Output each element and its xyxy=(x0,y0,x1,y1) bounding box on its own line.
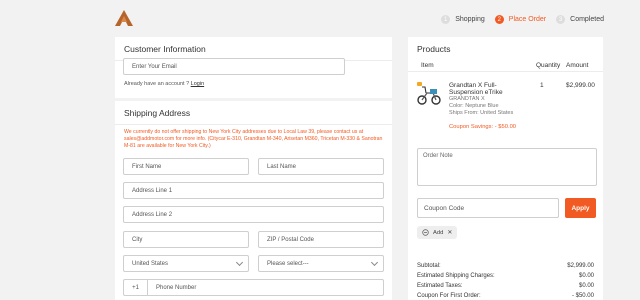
summary-value: $0.00 xyxy=(578,283,594,289)
product-amount: $2,999.00 xyxy=(566,82,595,89)
summary-label: Estimated Taxes: xyxy=(417,283,463,289)
step-number: 2 xyxy=(494,15,504,24)
login-link[interactable]: Login xyxy=(191,81,204,87)
summary-label: Coupon For First Order: xyxy=(417,293,481,299)
step-label: Shopping xyxy=(455,16,485,23)
customer-info-title: Customer Information xyxy=(124,44,206,54)
column-header-item: Item xyxy=(421,62,434,69)
summary-row-subtotal: Subtotal: $2,999.00 xyxy=(417,263,594,269)
shipping-notice: We currently do not offer shipping to Ne… xyxy=(124,129,383,149)
step-shopping: 1 Shopping xyxy=(441,15,485,24)
step-number: 3 xyxy=(556,15,566,24)
step-label: Place Order xyxy=(508,16,547,23)
summary-row-taxes: Estimated Taxes: $0.00 xyxy=(417,283,594,289)
column-header-amount: Amount xyxy=(566,62,589,69)
product-image[interactable] xyxy=(417,83,441,105)
step-completed: 3 Completed xyxy=(556,15,604,24)
step-label: Completed xyxy=(570,16,604,23)
tag-icon xyxy=(422,229,429,236)
email-field[interactable]: Enter Your Email xyxy=(123,58,345,75)
divider xyxy=(115,124,392,125)
last-name-field[interactable]: Last Name xyxy=(258,158,384,175)
step-number: 1 xyxy=(441,15,451,24)
summary-value: - $50.00 xyxy=(571,293,594,299)
product-coupon-savings: Coupon Savings: - $50.00 xyxy=(449,124,517,130)
step-place-order: 2 Place Order xyxy=(494,15,547,24)
shipping-title: Shipping Address xyxy=(124,108,191,118)
column-header-quantity: Quantity xyxy=(536,62,561,69)
address-line-2-field[interactable]: Address Line 2 xyxy=(123,206,384,223)
state-value: Please select--- xyxy=(267,260,309,267)
close-icon[interactable]: ✕ xyxy=(447,230,452,236)
apply-coupon-button[interactable]: Apply xyxy=(565,198,596,218)
summary-label: Subtotal: xyxy=(417,263,441,269)
summary-label: Estimated Shipping Charges: xyxy=(417,273,495,279)
state-select[interactable]: Please select--- xyxy=(258,255,384,272)
country-value: United States xyxy=(132,260,169,267)
summary-row-shipping: Estimated Shipping Charges: $0.00 xyxy=(417,273,594,279)
chevron-down-icon xyxy=(370,258,379,266)
order-note-field[interactable]: Order Note xyxy=(417,148,597,186)
summary-value: $2,999.00 xyxy=(567,263,594,269)
phone-field[interactable]: Phone Number xyxy=(147,279,384,296)
account-prompt: Already have an account ? Login xyxy=(124,81,204,87)
product-ships-from: Ships From: United States xyxy=(449,110,514,116)
zip-field[interactable]: ZIP / Postal Code xyxy=(258,231,384,248)
product-model: GRANDTAN X xyxy=(449,96,485,102)
product-color: Color: Neptune Blue xyxy=(449,103,499,109)
country-select[interactable]: United States xyxy=(123,255,249,272)
products-panel: Products Item Quantity Amount Grandtan X… xyxy=(408,37,603,300)
first-name-field[interactable]: First Name xyxy=(123,158,249,175)
summary-value: $0.00 xyxy=(578,273,594,279)
address-line-1-field[interactable]: Address Line 1 xyxy=(123,182,384,199)
shipping-address-panel: Shipping Address We currently do not off… xyxy=(115,101,392,300)
account-prompt-text: Already have an account ? xyxy=(124,81,190,87)
chevron-down-icon xyxy=(235,258,244,266)
city-field[interactable]: City xyxy=(123,231,249,248)
product-quantity: 1 xyxy=(540,82,544,89)
addmotor-logo[interactable] xyxy=(115,10,133,26)
coupon-code-field[interactable]: Coupon Code xyxy=(417,198,559,218)
product-name[interactable]: Grandtan X Full-Suspension eTrike xyxy=(449,82,523,96)
customer-info-panel: Customer Information Enter Your Email Al… xyxy=(115,37,392,98)
coupon-tag[interactable]: Add ✕ xyxy=(417,226,458,239)
phone-country-code[interactable]: +1 xyxy=(123,279,147,296)
coupon-tag-label: Add xyxy=(433,229,444,236)
products-title: Products xyxy=(417,44,451,54)
checkout-steps: 1 Shopping 2 Place Order 3 Completed xyxy=(441,15,604,24)
summary-row-coupon: Coupon For First Order: - $50.00 xyxy=(417,293,594,299)
